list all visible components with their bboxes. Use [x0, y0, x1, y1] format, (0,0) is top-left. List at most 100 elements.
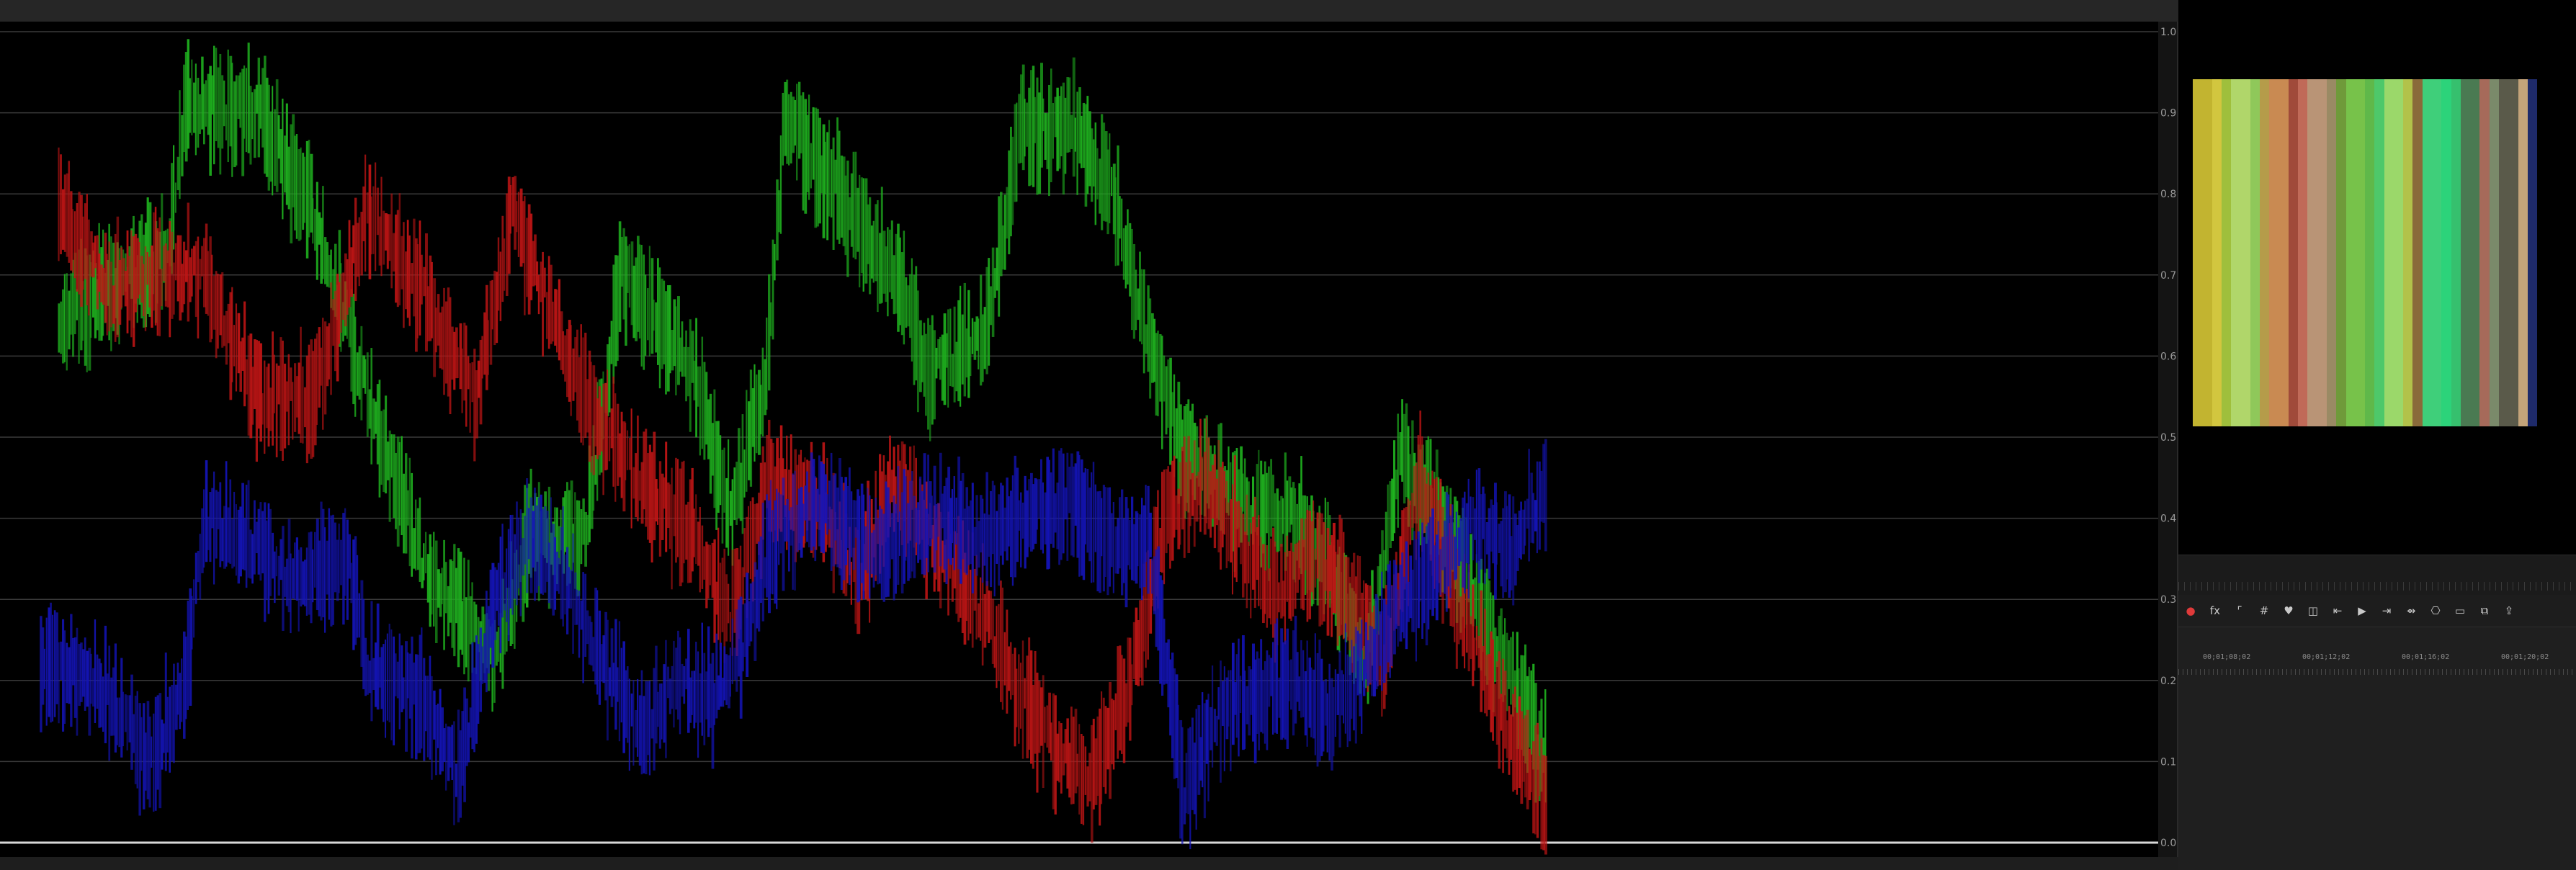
scope-trace-mark: [689, 319, 692, 432]
rgb-parade-scope: [0, 22, 2158, 857]
scope-trace-mark: [880, 187, 883, 303]
scope-trace-mark: [1415, 539, 1417, 662]
effect-record-button[interactable]: ●: [2178, 598, 2203, 623]
scope-trace-mark: [1161, 336, 1163, 449]
timeline-timecode: 00;01;08;02: [2203, 653, 2251, 661]
scope-trace-mark: [655, 302, 658, 353]
scope-trace-mark: [156, 695, 159, 790]
scope-trace-mark: [181, 658, 183, 722]
scope-trace-mark: [1292, 551, 1294, 617]
right-panel: ● fx ⌜ # ♥ ◫ ⇤ ▶ ⇥ ⇴ ⎔ ▭ ⧉ ⇪ 00;01;08;02 00;01;12;02 00…: [2178, 0, 2576, 870]
scope-trace-mark: [1282, 498, 1284, 534]
scope-trace-mark: [413, 662, 415, 705]
scope-trace-mark: [897, 466, 900, 585]
scope-trace-mark: [431, 547, 433, 615]
scope-trace-mark: [176, 235, 179, 302]
scope-trace-mark: [1026, 102, 1028, 147]
scope-trace-mark: [1003, 632, 1006, 686]
scope-trace-mark: [1203, 703, 1206, 819]
fx-button[interactable]: fx: [2203, 598, 2227, 623]
scope-trace-mark: [1235, 654, 1238, 738]
scope-trace-mark: [1225, 480, 1228, 568]
scope-trace-mark: [1534, 725, 1537, 835]
scope-trace-mark: [598, 610, 601, 705]
scope-trace-mark: [235, 303, 238, 392]
scope-trace-mark: [308, 344, 310, 454]
scope-trace-mark: [970, 570, 972, 634]
scope-trace-mark: [1444, 520, 1446, 594]
swatch-stripe: [2345, 79, 2366, 426]
scope-trace-mark: [668, 678, 671, 714]
scope-trace-mark: [227, 507, 230, 563]
scope-trace-mark: [356, 352, 359, 396]
crop-corner-button[interactable]: ⌜: [2227, 598, 2252, 623]
scope-trace-mark: [1264, 661, 1266, 744]
scope-trace-mark: [1062, 82, 1065, 195]
scope-trace-mark: [346, 259, 349, 315]
scope-trace-mark: [1353, 646, 1356, 731]
scope-trace-mark: [330, 282, 332, 395]
scope-trace-mark: [703, 652, 706, 745]
scope-trace-mark: [1512, 496, 1515, 606]
export-button[interactable]: ⇪: [2497, 598, 2521, 623]
camera-button[interactable]: ⎔: [2423, 598, 2448, 623]
play-button[interactable]: ▶: [2350, 598, 2374, 623]
scope-trace-mark: [514, 534, 516, 599]
scope-trace-mark: [191, 596, 193, 650]
scope-trace-mark: [648, 681, 651, 776]
scope-trace-mark: [1470, 496, 1472, 534]
multi-camera-button[interactable]: ⧉: [2472, 598, 2497, 623]
scope-trace-mark: [929, 325, 931, 441]
scope-trace-mark: [695, 318, 697, 438]
scope-trace-mark: [386, 633, 388, 721]
go-to-out-point-button[interactable]: ⇥: [2374, 598, 2399, 623]
scope-trace-mark: [748, 506, 750, 573]
scope-trace-mark: [1222, 681, 1224, 727]
safe-margins-button[interactable]: ▭: [2448, 598, 2472, 623]
scope-trace-mark: [1341, 670, 1343, 716]
go-to-in-point-button[interactable]: ⇤: [2325, 598, 2350, 623]
scope-trace-mark: [134, 695, 137, 784]
scope-trace-mark: [453, 544, 456, 657]
scope-trace-mark: [1034, 650, 1037, 754]
scope-trace-mark: [148, 256, 151, 308]
scope-trace-mark: [243, 65, 246, 139]
scope-trace-mark: [1377, 597, 1379, 687]
scope-trace-mark: [1099, 158, 1101, 214]
scope-trace-mark: [1520, 501, 1522, 560]
scope-trace-mark: [769, 480, 772, 594]
scope-trace-mark: [1165, 366, 1168, 435]
scope-trace-mark: [298, 550, 300, 632]
scope-trace-mark: [1021, 640, 1024, 759]
scope-trace-mark: [1008, 150, 1011, 255]
scope-trace-mark: [316, 333, 318, 425]
scope-trace-mark: [1343, 674, 1345, 724]
scope-trace-mark: [1165, 469, 1168, 554]
scope-trace-mark: [846, 485, 849, 548]
scope-trace-mark: [118, 697, 120, 748]
scope-trace-mark: [1185, 462, 1188, 511]
timeline-ruler[interactable]: 00;01;08;02 00;01;12;02 00;01;16;02 00;01;2…: [2178, 653, 2576, 682]
scope-trace-mark: [267, 363, 270, 447]
marker-button[interactable]: ♥: [2276, 598, 2301, 623]
transform-button[interactable]: ◫: [2301, 598, 2325, 623]
scope-trace-mark: [1006, 609, 1009, 714]
scope-trace-mark: [272, 331, 274, 446]
scope-trace-mark: [1356, 630, 1359, 696]
scope-trace-mark: [358, 217, 360, 287]
scope-trace-mark: [82, 216, 84, 290]
scope-trace-mark: [1149, 512, 1152, 557]
grid-button[interactable]: #: [2252, 598, 2276, 623]
scope-trace-mark: [786, 79, 789, 164]
scope-trace-mark: [1536, 461, 1538, 554]
scope-trace-mark: [935, 347, 938, 379]
scope-trace-mark: [365, 154, 367, 272]
scope-trace-mark: [416, 244, 419, 338]
step-forward-button[interactable]: ⇴: [2399, 598, 2423, 623]
scope-trace-mark: [431, 676, 433, 780]
scope-trace-mark: [1119, 645, 1122, 751]
scope-trace-mark: [1084, 468, 1086, 544]
scope-trace-mark: [935, 503, 938, 551]
scope-trace-mark: [148, 716, 151, 808]
scope-trace-mark: [403, 677, 405, 709]
